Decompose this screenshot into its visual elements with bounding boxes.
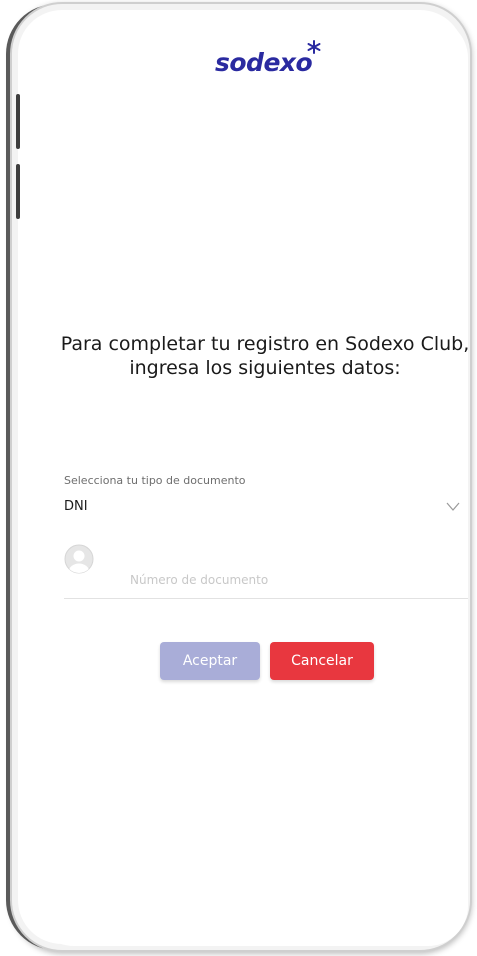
volume-button bbox=[16, 94, 20, 149]
chevron-down-icon[interactable] bbox=[446, 502, 460, 511]
app-screen: sodexo Para completar tu registro en Sod… bbox=[34, 18, 468, 946]
user-icon bbox=[64, 544, 94, 574]
document-type-select[interactable]: DNI bbox=[64, 499, 88, 514]
sodexo-logo: sodexo bbox=[215, 48, 313, 77]
phone-frame: sodexo Para completar tu registro en Sod… bbox=[10, 2, 472, 952]
accept-button[interactable]: Aceptar bbox=[160, 642, 260, 680]
star-icon bbox=[307, 40, 321, 54]
document-type-label: Selecciona tu tipo de documento bbox=[64, 474, 246, 487]
input-underline bbox=[64, 598, 468, 599]
document-number-input[interactable] bbox=[130, 569, 430, 591]
registration-instructions: Para completar tu registro en Sodexo Clu… bbox=[60, 333, 468, 379]
volume-button bbox=[16, 164, 20, 219]
cancel-button[interactable]: Cancelar bbox=[270, 642, 374, 680]
